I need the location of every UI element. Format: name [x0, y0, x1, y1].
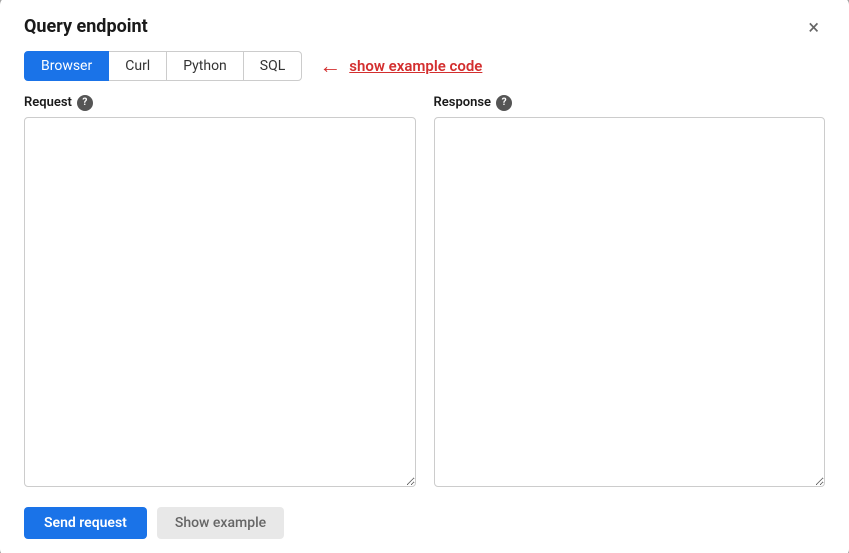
arrow-icon: ←	[319, 53, 341, 79]
request-textarea[interactable]	[24, 117, 416, 487]
modal: Query endpoint × Browser Curl Python SQL…	[0, 0, 849, 553]
request-panel: Request ?	[24, 95, 416, 487]
response-textarea[interactable]	[434, 117, 826, 487]
close-button[interactable]: ×	[802, 15, 825, 39]
modal-footer: Send request Show example	[0, 497, 849, 553]
tabs-row: Browser Curl Python SQL ← show example c…	[0, 51, 849, 81]
panels-row: Request ? Response ?	[0, 81, 849, 497]
request-label: Request ?	[24, 95, 416, 111]
modal-title: Query endpoint	[24, 16, 148, 37]
tab-browser[interactable]: Browser	[24, 51, 109, 81]
response-help-icon: ?	[496, 95, 512, 111]
tab-curl[interactable]: Curl	[108, 51, 167, 81]
modal-header: Query endpoint ×	[0, 0, 849, 51]
tab-sql[interactable]: SQL	[243, 51, 302, 81]
show-example-button[interactable]: Show example	[157, 507, 284, 539]
send-request-button[interactable]: Send request	[24, 507, 147, 539]
response-panel: Response ?	[434, 95, 826, 487]
request-help-icon: ?	[77, 95, 93, 111]
modal-overlay: Query endpoint × Browser Curl Python SQL…	[0, 0, 849, 553]
show-example-hint: ← show example code	[319, 53, 482, 79]
response-label: Response ?	[434, 95, 826, 111]
show-example-code-link[interactable]: show example code	[349, 57, 482, 75]
tab-python[interactable]: Python	[166, 51, 244, 81]
